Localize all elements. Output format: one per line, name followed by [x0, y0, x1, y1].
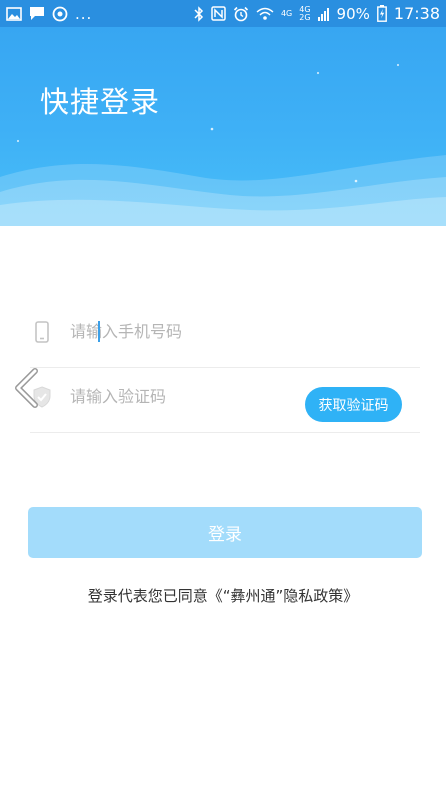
battery-icon [376, 5, 387, 22]
get-code-button[interactable]: 获取验证码 [305, 387, 402, 422]
clock-time: 17:38 [393, 4, 440, 23]
phone-icon [30, 320, 54, 344]
network-type-label: 4G [280, 8, 293, 18]
privacy-policy-link[interactable]: 《“彝州通”隐私政策》 [208, 587, 359, 605]
sync-icon [52, 6, 68, 22]
header-wave-decoration [0, 63, 446, 226]
verification-row: 获取验证码 [30, 361, 420, 433]
status-right: 4G 4G 2G 90% 17:38 [194, 4, 440, 23]
text-cursor [98, 321, 100, 342]
agreement-text: 登录代表您已同意《“彝州通”隐私政策》 [0, 585, 446, 606]
signal-icon [317, 7, 330, 21]
status-left: ... [6, 5, 92, 23]
back-button[interactable] [12, 368, 40, 408]
alarm-icon [233, 6, 249, 22]
login-button[interactable]: 登录 [28, 507, 422, 558]
nfc-icon [211, 6, 226, 21]
status-bar: ... 4G 4G 2G 90% 17:38 [0, 0, 446, 27]
message-icon [29, 6, 45, 21]
agreement-prefix: 登录代表您已同意 [87, 587, 208, 605]
network-bottom-label: 2G [299, 12, 311, 22]
bluetooth-icon [194, 5, 204, 22]
phone-row [30, 296, 420, 368]
wifi-icon [256, 7, 274, 21]
notification-more: ... [75, 4, 93, 23]
header-banner: 快捷登录 [0, 27, 446, 226]
battery-percent: 90% [336, 4, 370, 23]
phone-input[interactable] [68, 316, 420, 347]
network-label-4g: 4G [280, 8, 293, 18]
dual-network-label: 4G 2G [299, 5, 311, 22]
page-title: 快捷登录 [40, 85, 161, 119]
gallery-icon [6, 6, 22, 21]
back-chevron-icon [15, 368, 38, 408]
